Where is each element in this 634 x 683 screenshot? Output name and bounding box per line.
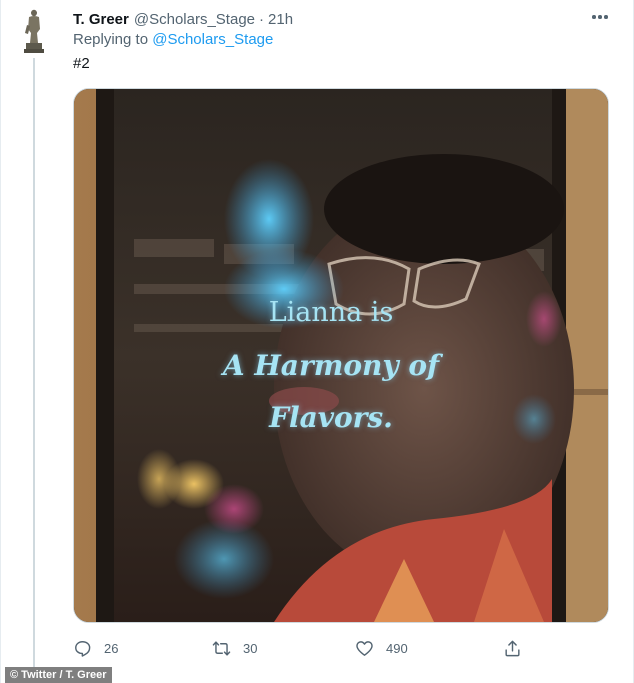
share-button[interactable]: [503, 636, 522, 660]
like-button[interactable]: 490: [355, 636, 408, 660]
tweet-timestamp[interactable]: 21h: [268, 11, 293, 28]
retweet-button[interactable]: 30: [212, 636, 257, 660]
tweet-actions: 26 30 490: [73, 636, 533, 660]
author-handle[interactable]: @Scholars_Stage: [134, 11, 255, 28]
more-options-button[interactable]: [588, 8, 612, 26]
more-icon: [591, 15, 609, 19]
like-count: 490: [386, 640, 408, 656]
thread-connector-line: [33, 58, 35, 683]
like-icon: [356, 640, 373, 656]
replying-to-line: Replying to @Scholars_Stage: [73, 31, 273, 48]
tweet-header: T. Greer @Scholars_Stage · 21h: [73, 8, 293, 30]
header-separator: ·: [259, 10, 265, 28]
share-icon: [505, 640, 520, 656]
subway-ad-photo: [74, 89, 608, 622]
statue-avatar-icon: [13, 7, 55, 55]
tweet-text: #2: [73, 55, 90, 72]
replying-to-link[interactable]: @Scholars_Stage: [152, 31, 273, 48]
tweet-media-photo[interactable]: Lianna is A Harmony of Flavors.: [73, 88, 609, 623]
reply-icon: [75, 640, 91, 657]
image-credit: © Twitter / T. Greer: [5, 667, 112, 683]
retweet-count: 30: [243, 640, 258, 656]
retweet-icon: [212, 640, 231, 656]
replying-prefix: Replying to: [73, 31, 149, 48]
reply-count: 26: [104, 640, 119, 656]
avatar[interactable]: [13, 7, 55, 55]
author-name[interactable]: T. Greer: [73, 11, 129, 28]
frame-left-border: [0, 0, 1, 683]
reply-button[interactable]: 26: [73, 636, 118, 660]
